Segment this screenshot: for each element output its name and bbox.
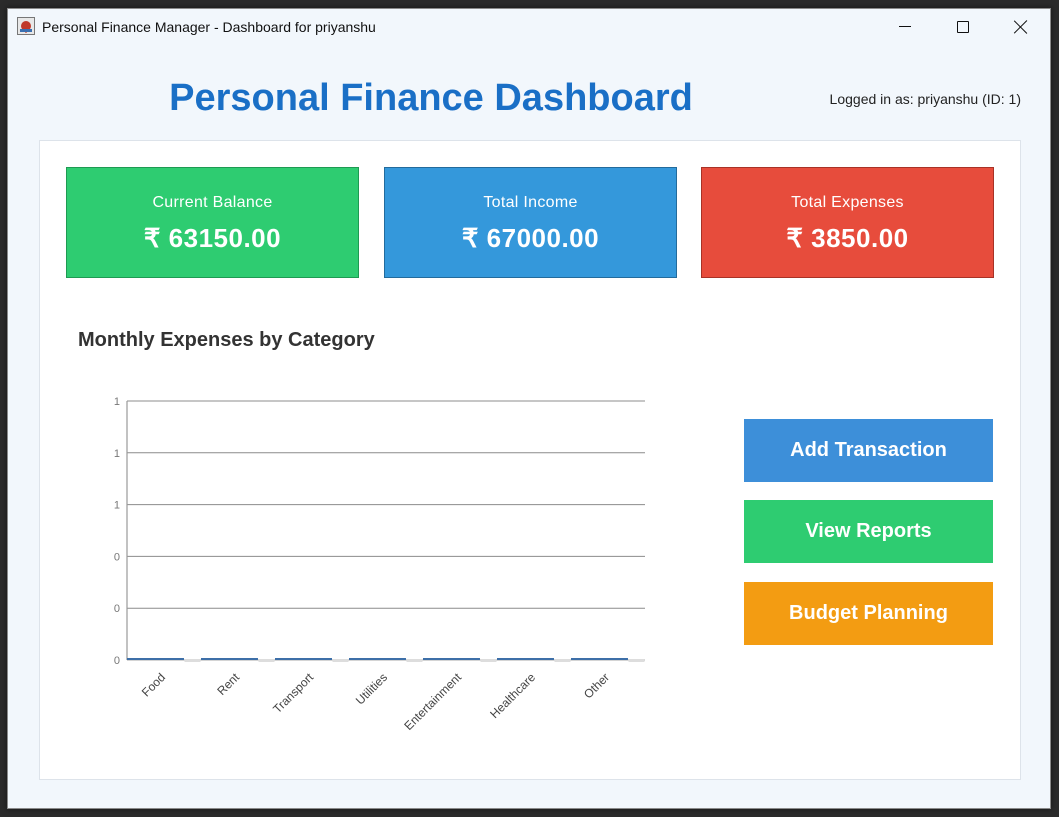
- chart-bar: [349, 658, 406, 660]
- chart-title: Monthly Expenses by Category: [78, 329, 375, 351]
- y-tick-label: 1: [114, 448, 120, 460]
- title-bar[interactable]: Personal Finance Manager - Dashboard for…: [8, 9, 1050, 45]
- bar-gap-marker: [480, 659, 497, 662]
- income-value: ₹ 67000.00: [461, 223, 600, 253]
- page-title: Personal Finance Dashboard: [169, 77, 693, 119]
- bar-gap-marker: [184, 659, 201, 662]
- minimize-button[interactable]: [876, 9, 934, 45]
- login-info: Logged in as: priyanshu (ID: 1): [829, 91, 1021, 107]
- expenses-value: ₹ 3850.00: [786, 223, 909, 253]
- x-tick-label: Entertainment: [401, 670, 464, 733]
- bar-gap-marker: [258, 659, 275, 662]
- maximize-button[interactable]: [934, 9, 992, 45]
- close-icon: [1014, 20, 1028, 34]
- budget-planning-button[interactable]: Budget Planning: [744, 582, 993, 645]
- bar-gap-marker: [628, 659, 645, 662]
- bar-gap-marker: [554, 659, 571, 662]
- window-title: Personal Finance Manager - Dashboard for…: [42, 19, 376, 35]
- content-panel: Current Balance ₹ 63150.00 Total Income …: [39, 140, 1021, 780]
- app-window: Personal Finance Manager - Dashboard for…: [7, 8, 1051, 809]
- x-tick-label: Other: [581, 670, 612, 701]
- y-tick-label: 1: [114, 396, 120, 408]
- income-card: Total Income ₹ 67000.00: [384, 167, 677, 278]
- chart-bar: [201, 658, 258, 660]
- x-tick-label: Food: [139, 670, 168, 699]
- close-button[interactable]: [992, 9, 1050, 45]
- y-tick-label: 0: [114, 603, 120, 615]
- y-tick-label: 0: [114, 655, 120, 667]
- y-tick-label: 1: [114, 500, 120, 512]
- expenses-card: Total Expenses ₹ 3850.00: [701, 167, 994, 278]
- view-reports-button[interactable]: View Reports: [744, 500, 993, 563]
- chart-bar: [497, 658, 554, 660]
- x-tick-label: Healthcare: [487, 670, 538, 721]
- income-label: Total Income: [483, 194, 578, 211]
- add-transaction-button[interactable]: Add Transaction: [744, 419, 993, 482]
- bar-gap-marker: [406, 659, 423, 662]
- x-tick-label: Transport: [270, 670, 316, 716]
- bar-gap-marker: [332, 659, 349, 662]
- y-tick-label: 0: [114, 551, 120, 563]
- minimize-icon: [899, 26, 911, 27]
- expenses-label: Total Expenses: [791, 194, 904, 211]
- chart-bar: [423, 658, 480, 660]
- balance-value: ₹ 63150.00: [143, 223, 282, 253]
- chart-bar: [275, 658, 332, 660]
- x-tick-label: Rent: [214, 670, 242, 698]
- app-icon: [17, 17, 35, 35]
- chart-bar: [571, 658, 628, 660]
- x-tick-label: Utilities: [353, 670, 390, 707]
- expense-bar-chart: 0 0 0 1 1 1 Food Rent Transport Utilities Entertai…: [114, 396, 645, 733]
- chart-bar: [127, 658, 184, 660]
- balance-label: Current Balance: [152, 194, 273, 211]
- maximize-icon: [957, 21, 969, 33]
- balance-card: Current Balance ₹ 63150.00: [66, 167, 359, 278]
